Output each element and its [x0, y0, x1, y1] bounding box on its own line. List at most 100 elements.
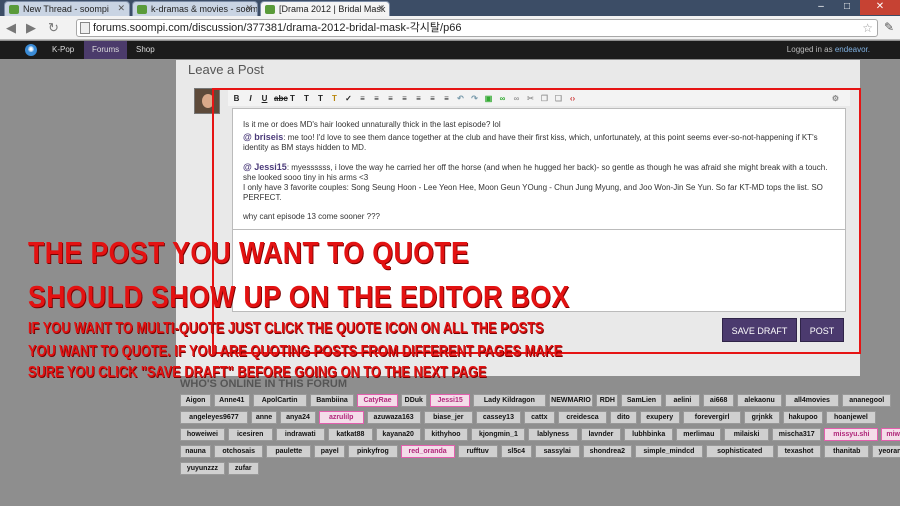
online-user-badge[interactable]: forevergirl — [682, 411, 742, 424]
browser-tab-bar: New Thread - soompi ✕ k-dramas & movies … — [0, 0, 900, 16]
online-user-badge[interactable]: red_oranda — [400, 445, 455, 458]
online-user-badge[interactable]: texashot — [776, 445, 822, 458]
online-user-badge[interactable]: kjongmin_1 — [471, 428, 526, 441]
online-user-badge[interactable]: nauna — [180, 445, 211, 458]
online-user-badge[interactable]: DDuk — [400, 394, 427, 407]
online-user-badge[interactable]: lablyness — [528, 428, 578, 441]
online-user-badge[interactable]: SamLien — [621, 394, 662, 407]
online-user-badge[interactable]: sophisticated — [705, 445, 774, 458]
online-user-badge[interactable]: RDH — [596, 394, 619, 407]
online-user-badge[interactable]: grjnkk — [744, 411, 780, 424]
overlay-text-1: IF YOU WANT TO MULTI-QUOTE JUST CLICK TH… — [28, 320, 544, 337]
online-user-badge[interactable]: milaiski — [724, 428, 769, 441]
soompi-logo-icon[interactable]: ✺ — [25, 44, 37, 56]
online-user-badge[interactable]: sl5c4 — [500, 445, 532, 458]
highlight-box — [212, 88, 861, 354]
logged-in-label: Logged in as — [786, 45, 833, 54]
overlay-headline-1: THE POST YOU WANT TO QUOTE — [28, 235, 470, 270]
online-user-badge[interactable]: Lady Kildragon — [473, 394, 546, 407]
online-user-badge[interactable]: ananegool — [842, 394, 892, 407]
leave-post-heading: Leave a Post — [188, 62, 264, 77]
online-user-badge[interactable]: ai668 — [703, 394, 735, 407]
minimize-icon[interactable]: – — [808, 0, 834, 15]
address-bar-row: ◀ ▶ ↻ forums.soompi.com/discussion/37738… — [0, 16, 900, 40]
online-user-badge[interactable]: mischa317 — [772, 428, 822, 441]
online-user-badge[interactable]: indrawati — [275, 428, 325, 441]
online-user-badge[interactable]: alekaonu — [737, 394, 782, 407]
reload-icon[interactable]: ↻ — [48, 20, 59, 36]
online-user-badge[interactable]: miwako — [881, 428, 900, 441]
browser-tab[interactable]: k-dramas & movies - soompi ✕ — [132, 1, 258, 16]
close-window-icon[interactable]: ✕ — [860, 0, 900, 15]
online-user-badge[interactable]: missyu.shi — [824, 428, 879, 441]
online-user-badge[interactable]: zufar — [227, 462, 259, 475]
close-tab-icon[interactable]: ✕ — [245, 3, 253, 14]
username-link[interactable]: endeavor. — [835, 45, 870, 54]
bookmark-star-icon[interactable]: ☆ — [862, 20, 873, 36]
url-text: forums.soompi.com/discussion/377381/dram… — [93, 22, 462, 34]
online-user-badge[interactable]: otchosais — [214, 445, 264, 458]
online-user-badge[interactable]: kayana20 — [375, 428, 421, 441]
online-user-badge[interactable]: azrulilp — [318, 411, 364, 424]
online-user-badge[interactable]: katkat88 — [328, 428, 373, 441]
online-user-badge[interactable]: payel — [314, 445, 346, 458]
window-controls: – □ ✕ — [808, 0, 900, 15]
online-user-badge[interactable]: shondrea2 — [582, 445, 632, 458]
close-tab-icon[interactable]: ✕ — [117, 3, 125, 14]
online-user-badge[interactable]: hakupoo — [783, 411, 824, 424]
online-user-badge[interactable]: angeleyes9677 — [180, 411, 248, 424]
soompi-favicon-icon — [9, 5, 19, 14]
browser-tab-active[interactable]: [Drama 2012 | Bridal Mask ✕ — [260, 1, 390, 16]
nav-kpop[interactable]: K-Pop — [44, 41, 82, 59]
online-user-badge[interactable]: creidesca — [557, 411, 608, 424]
online-user-badge[interactable]: paulette — [266, 445, 312, 458]
forward-arrow-icon[interactable]: ▶ — [26, 20, 36, 36]
online-user-badge[interactable]: hoanjewel — [826, 411, 876, 424]
online-user-badge[interactable]: all4movies — [785, 394, 839, 407]
online-user-badge[interactable]: anya24 — [280, 411, 316, 424]
online-user-badge[interactable]: biase_jer — [423, 411, 473, 424]
online-user-badge[interactable]: cassey13 — [476, 411, 521, 424]
logged-in-status: Logged in as endeavor. — [787, 41, 870, 59]
online-user-badge[interactable]: aelini — [664, 394, 701, 407]
nav-forums[interactable]: Forums — [84, 41, 128, 59]
close-tab-icon[interactable]: ✕ — [377, 3, 385, 14]
online-user-badge[interactable]: azuwaza163 — [366, 411, 421, 424]
online-user-badge[interactable]: Anne41 — [214, 394, 250, 407]
online-user-badge[interactable]: yuyunzzz — [180, 462, 225, 475]
online-user-badge[interactable]: dito — [610, 411, 637, 424]
online-user-badge[interactable]: ApolCartin — [252, 394, 307, 407]
whos-online-heading: WHO'S ONLINE IN THIS FORUM — [180, 378, 347, 390]
soompi-favicon-icon — [265, 5, 275, 14]
online-user-badge[interactable]: howeiwei — [180, 428, 225, 441]
maximize-icon[interactable]: □ — [834, 0, 860, 15]
back-arrow-icon[interactable]: ◀ — [6, 20, 16, 36]
online-user-badge[interactable]: cattx — [523, 411, 555, 424]
overlay-headline-2: SHOULD SHOW UP ON THE EDITOR BOX — [28, 279, 570, 314]
online-user-badge[interactable]: simple_mindcd — [635, 445, 703, 458]
url-field[interactable]: forums.soompi.com/discussion/377381/dram… — [76, 19, 878, 37]
online-user-badge[interactable]: Aigon — [180, 394, 211, 407]
online-user-badge[interactable]: thanitab — [824, 445, 870, 458]
online-user-badge[interactable]: merlimau — [676, 428, 722, 441]
online-user-badge[interactable]: lubhbinka — [624, 428, 674, 441]
online-user-badge[interactable]: NEWMARIO — [548, 394, 594, 407]
online-users-list: Aigon Anne41 ApolCartin Bambiina CatyRae DDuk… — [180, 394, 900, 482]
online-user-badge[interactable]: yeoran — [872, 445, 900, 458]
page-icon — [80, 22, 90, 34]
online-user-badge[interactable]: anne — [250, 411, 278, 424]
online-user-badge[interactable]: kithyhoo — [423, 428, 469, 441]
nav-shop[interactable]: Shop — [128, 41, 163, 59]
online-user-badge[interactable]: Jessi15 — [430, 394, 471, 407]
online-user-badge[interactable]: icesiren — [227, 428, 273, 441]
online-user-badge[interactable]: sassylai — [534, 445, 580, 458]
online-user-badge[interactable]: CatyRae — [357, 394, 398, 407]
online-user-badge[interactable]: lavnder — [580, 428, 621, 441]
tab-title: [Drama 2012 | Bridal Mask — [279, 4, 386, 14]
wrench-menu-icon[interactable]: ✎ — [884, 20, 894, 34]
online-user-badge[interactable]: pinkyfrog — [348, 445, 398, 458]
online-user-badge[interactable]: rufftuv — [457, 445, 498, 458]
online-user-badge[interactable]: exupery — [639, 411, 680, 424]
browser-tab[interactable]: New Thread - soompi ✕ — [4, 1, 130, 16]
online-user-badge[interactable]: Bambiina — [309, 394, 355, 407]
